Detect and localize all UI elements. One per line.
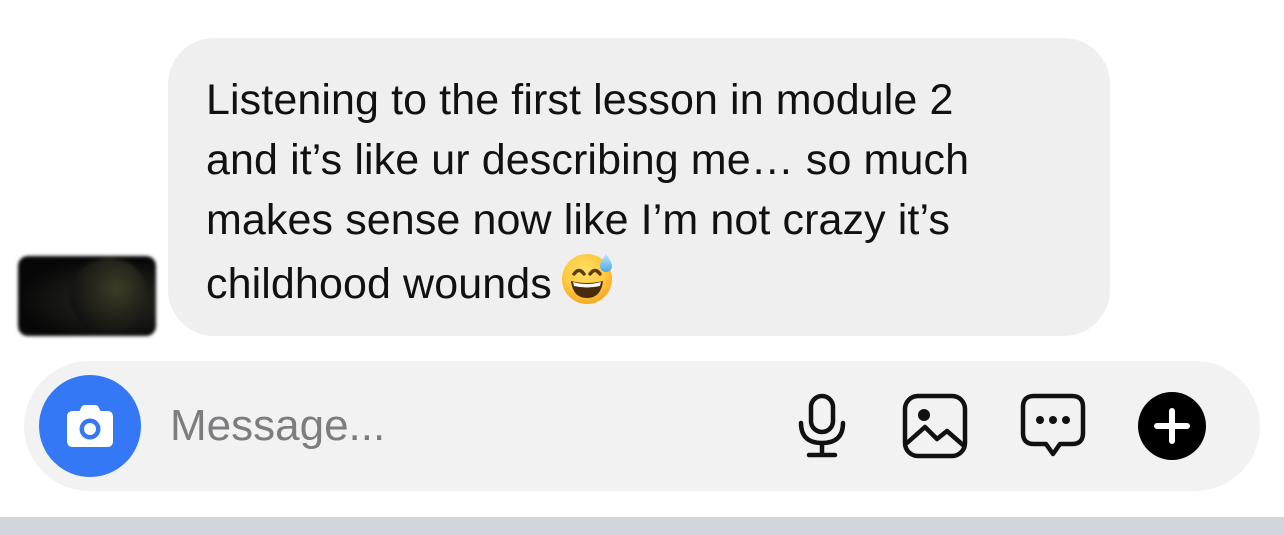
chat-bubble-icon <box>1020 393 1086 457</box>
message-bubble[interactable]: Listening to the first lesson in module … <box>168 38 1110 336</box>
microphone-button[interactable] <box>787 391 857 461</box>
message-text: Listening to the first lesson in module … <box>206 70 1070 322</box>
gallery-button[interactable] <box>900 391 970 461</box>
microphone-icon <box>798 393 846 458</box>
camera-icon <box>67 405 113 447</box>
image-icon <box>902 393 968 459</box>
camera-button[interactable] <box>39 375 141 477</box>
message-input[interactable] <box>170 391 750 461</box>
message-thread: Listening to the first lesson in module … <box>0 0 1284 350</box>
sweat-smile-emoji-icon <box>560 250 616 322</box>
add-button[interactable] <box>1137 391 1207 461</box>
message-composer <box>24 361 1260 491</box>
plus-icon <box>1138 392 1206 460</box>
sender-avatar[interactable] <box>18 256 156 336</box>
avatar-image <box>70 258 148 334</box>
sticker-button[interactable] <box>1018 391 1088 461</box>
keyboard-divider <box>0 517 1284 535</box>
